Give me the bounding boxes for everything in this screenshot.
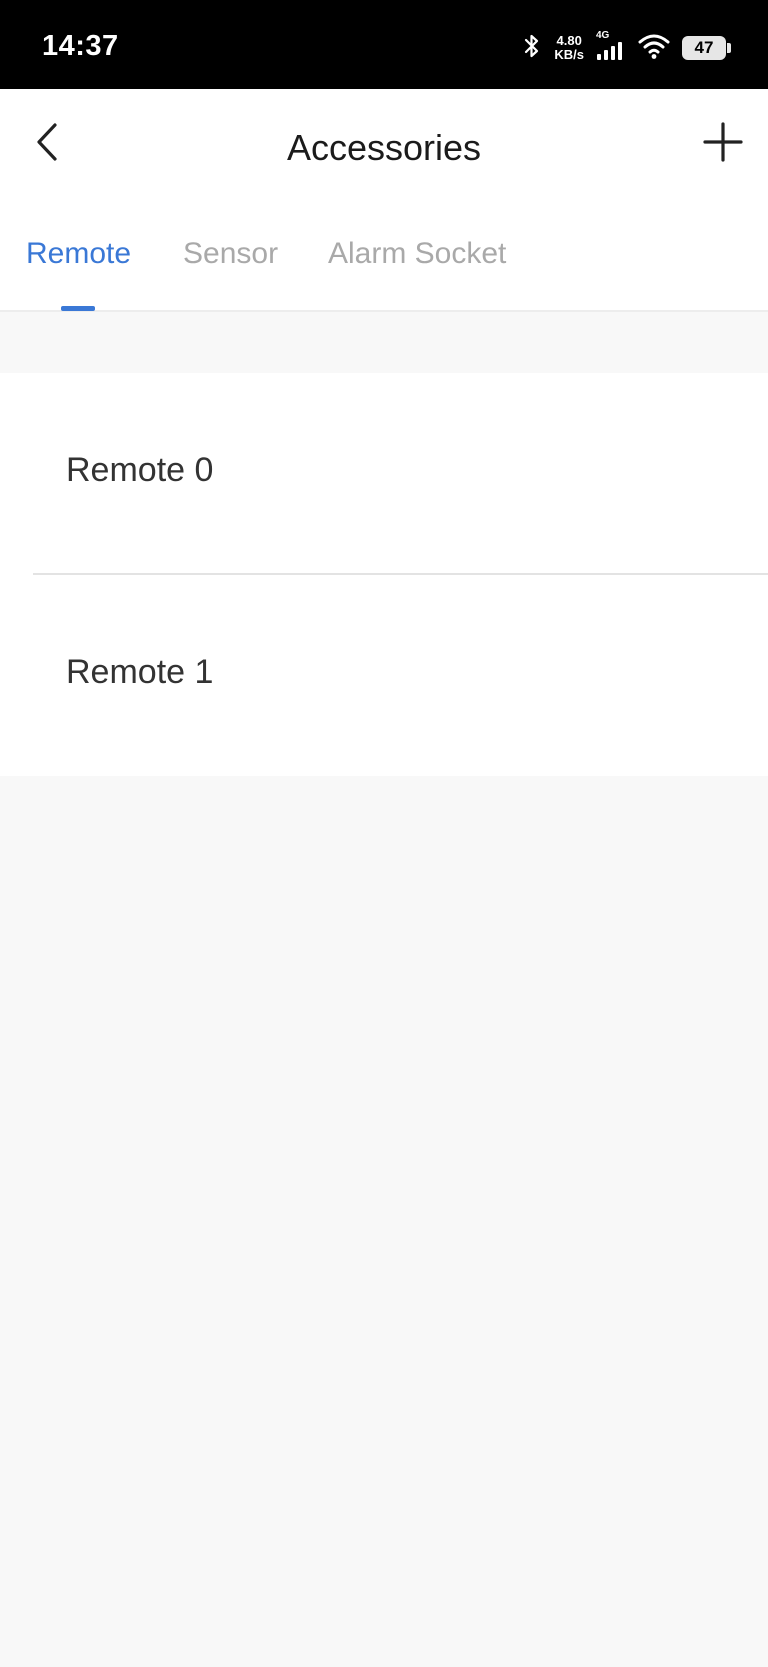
network-type: 4G — [596, 30, 610, 41]
active-tab-indicator — [61, 306, 95, 311]
network-speed-unit: KB/s — [554, 47, 584, 62]
wifi-icon — [638, 33, 670, 64]
tab-alarm-socket[interactable]: Alarm Socket — [328, 237, 506, 312]
bluetooth-icon — [522, 33, 542, 64]
tab-sensor[interactable]: Sensor — [183, 237, 278, 312]
battery-icon: 47 — [682, 36, 731, 60]
battery-level: 47 — [694, 38, 714, 57]
status-icons: 4.80 KB/s 4G 47 — [522, 30, 731, 66]
status-bar: 14:37 4.80 KB/s 4G 47 — [0, 0, 768, 89]
page-title: Accessories — [286, 127, 482, 168]
header: Accessories Remote Sensor Alarm Socket — [0, 89, 768, 312]
cellular-signal: 4G — [596, 31, 626, 65]
network-speed: 4.80 KB/s — [554, 34, 584, 62]
list-item[interactable]: Remote 1 — [0, 575, 768, 776]
list-item-label: Remote 1 — [66, 653, 214, 691]
network-speed-value: 4.80 — [556, 33, 582, 48]
tab-remote[interactable]: Remote — [26, 237, 131, 312]
signal-icon — [596, 42, 626, 65]
tab-bar: Remote Sensor Alarm Socket — [0, 237, 768, 312]
add-accessory-button[interactable] — [698, 119, 748, 169]
list-item[interactable]: Remote 0 — [0, 373, 768, 575]
plus-icon — [703, 121, 743, 167]
accessory-list: Remote 0 Remote 1 — [0, 373, 768, 776]
status-time: 14:37 — [42, 30, 119, 62]
list-item-label: Remote 0 — [66, 451, 214, 489]
